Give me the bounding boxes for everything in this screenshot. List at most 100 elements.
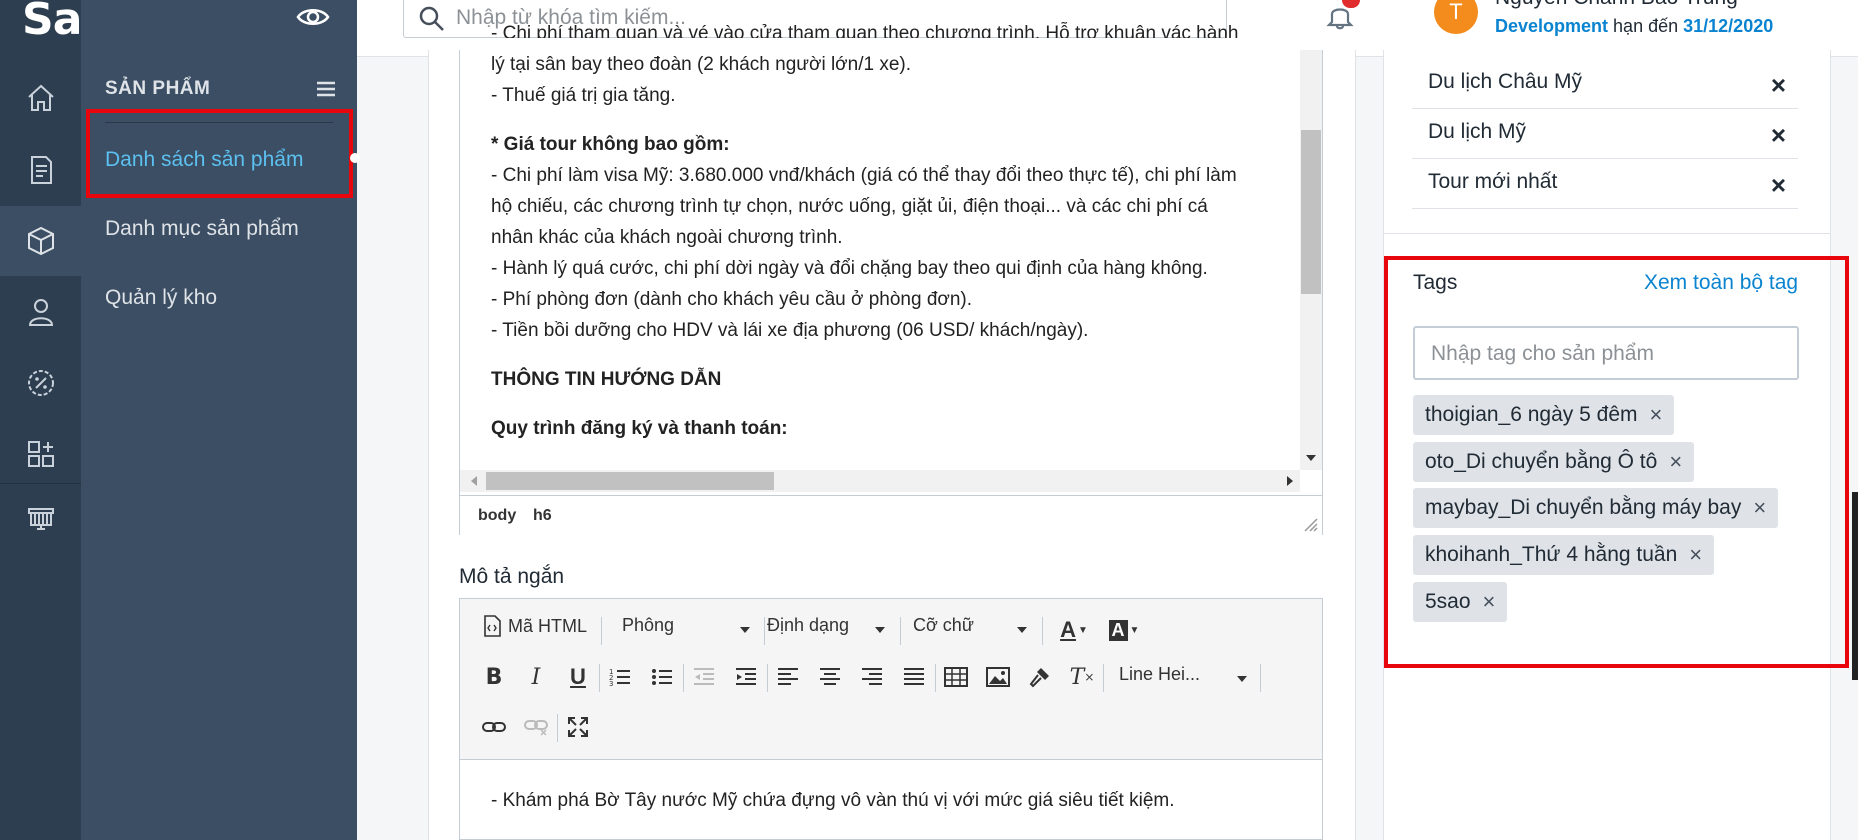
fullscreen-icon[interactable] — [563, 712, 593, 742]
remove-icon[interactable]: × — [1771, 170, 1786, 201]
short-desc-content[interactable]: - Khám phá Bờ Tây nước Mỹ chứa đựng vô v… — [491, 790, 1175, 812]
document-icon — [30, 156, 52, 184]
path-h6[interactable]: h6 — [533, 507, 552, 525]
line-height-select[interactable]: Line Hei... — [1119, 664, 1249, 685]
outdent-icon[interactable] — [689, 662, 719, 692]
menu-section-title: SẢN PHẨM — [105, 78, 211, 99]
remove-icon[interactable]: × — [1771, 120, 1786, 151]
caret-down-icon — [875, 627, 885, 633]
remove-icon[interactable]: × — [1771, 70, 1786, 101]
preview-button[interactable] — [291, 0, 335, 34]
font-size-label: Cỡ chữ — [913, 615, 974, 635]
font-select[interactable]: Phông — [622, 615, 752, 636]
toolbar-separator — [683, 664, 684, 692]
rail-orders[interactable] — [0, 135, 81, 205]
bold-icon[interactable]: B — [479, 662, 509, 692]
font-select-label: Phông — [622, 615, 675, 635]
text-color-button[interactable]: A ▼ — [1053, 615, 1095, 645]
align-justify-icon[interactable] — [899, 662, 929, 692]
scroll-left-icon[interactable] — [466, 470, 482, 492]
toolbar-separator — [601, 617, 602, 645]
underline-icon[interactable]: U — [563, 662, 593, 692]
rail-customers[interactable] — [0, 277, 81, 347]
font-size-select[interactable]: Cỡ chữ — [913, 615, 1029, 636]
menu-item-inventory[interactable]: Quản lý kho — [105, 286, 217, 310]
format-painter-icon[interactable] — [1025, 662, 1055, 692]
indent-icon[interactable] — [731, 662, 761, 692]
vertical-scroll-thumb[interactable] — [1301, 130, 1321, 294]
toolbar-separator — [599, 664, 600, 692]
rail-products[interactable] — [0, 206, 81, 276]
background-color-button[interactable]: A ▼ — [1103, 615, 1145, 645]
expiry-date: 31/12/2020 — [1683, 16, 1774, 36]
expiry-label: hạn đến — [1613, 16, 1679, 36]
link-icon[interactable] — [479, 712, 509, 742]
format-select[interactable]: Định dạng — [767, 615, 887, 636]
html-code-button[interactable]: Mã HTML — [482, 615, 587, 637]
align-center-icon[interactable] — [815, 662, 845, 692]
align-left-icon[interactable] — [773, 662, 803, 692]
toolbar-separator — [1103, 664, 1104, 692]
line-height-label: Line Hei... — [1119, 664, 1201, 684]
ordered-list-icon[interactable]: 123 — [605, 662, 635, 692]
user-name[interactable]: Nguyễn Chánh Bảo Trung — [1495, 0, 1738, 10]
editor-content[interactable]: - Chi phí tham quan và vé vào cửa tham q… — [491, 23, 1271, 444]
path-body[interactable]: body — [478, 507, 516, 525]
editor-toolbar: Mã HTML Phông Định dạng Cỡ chữ A ▼ A ▼ B I… — [459, 598, 1323, 760]
highlight-product-list — [86, 109, 353, 198]
rail-store[interactable] — [0, 484, 81, 554]
editor-line: hộ chiếu, các chương trình tự chọn, nước… — [491, 196, 1208, 217]
short-desc-label: Mô tả ngắn — [459, 565, 565, 588]
scroll-right-icon[interactable] — [1282, 470, 1298, 492]
discount-gear-icon — [27, 370, 54, 396]
avatar[interactable]: T — [1434, 0, 1478, 34]
collection-row: Tour mới nhất × — [1412, 158, 1798, 209]
image-icon[interactable] — [983, 662, 1013, 692]
text-color-icon: A — [1060, 617, 1076, 642]
editor-heading: THÔNG TIN HƯỚNG DẪN — [491, 369, 722, 390]
collection-label: Du lịch Mỹ — [1428, 120, 1527, 143]
rail-apps[interactable] — [0, 419, 81, 489]
rail-promotions[interactable] — [0, 348, 81, 418]
svg-text:3: 3 — [609, 680, 613, 687]
plan-name: Development — [1495, 16, 1609, 36]
table-icon[interactable] — [941, 662, 971, 692]
box-icon — [27, 226, 54, 256]
collection-row: Du lịch Mỹ × — [1412, 108, 1798, 159]
align-right-icon[interactable] — [857, 662, 887, 692]
toolbar-separator — [764, 617, 765, 645]
rail-home[interactable] — [0, 63, 81, 133]
plan-info: Development hạn đến 31/12/2020 — [1495, 16, 1773, 37]
editor-heading: Quy trình đăng ký và thanh toán: — [491, 418, 788, 439]
editor-line: - Chi phí làm visa Mỹ: 3.680.000 vnđ/khá… — [491, 165, 1237, 186]
storefront-icon — [27, 508, 54, 530]
highlight-color-icon: A — [1108, 619, 1128, 641]
html-code-label: Mã HTML — [508, 615, 588, 636]
format-select-label: Định dạng — [767, 615, 850, 635]
home-icon — [27, 84, 54, 111]
hamburger-icon[interactable] — [315, 80, 337, 98]
highlight-tags-section — [1384, 256, 1849, 668]
italic-icon[interactable]: I — [521, 662, 551, 692]
scroll-down-icon[interactable] — [1300, 450, 1322, 466]
page-scroll-indicator[interactable] — [1852, 492, 1858, 680]
eye-icon — [296, 9, 330, 25]
editor-line: lý tại sân bay theo đoàn (2 khách người … — [491, 54, 911, 75]
menu-item-product-categories[interactable]: Danh mục sản phẩm — [105, 217, 299, 241]
bullet-list-icon[interactable] — [647, 662, 677, 692]
editor-line: - Thuế giá trị gia tăng. — [491, 85, 676, 106]
card-divider — [1384, 233, 1830, 234]
unlink-icon[interactable] — [521, 712, 551, 742]
caret-down-icon — [1017, 627, 1027, 633]
collapse-handle[interactable] — [350, 153, 360, 163]
icon-rail: Sapoweb — [0, 0, 191, 840]
editor-heading: * Giá tour không bao gồm: — [491, 134, 730, 155]
collection-label: Tour mới nhất — [1428, 170, 1558, 193]
search-icon — [419, 6, 444, 31]
horizontal-scroll-thumb[interactable] — [486, 472, 774, 490]
resize-handle-icon[interactable] — [1304, 518, 1318, 532]
editor-line: nhân khác của khách ngoài chương trình. — [491, 227, 843, 248]
toolbar-separator — [935, 664, 936, 692]
editor-line: - Tiền bồi dưỡng cho HDV và lái xe địa p… — [491, 320, 1089, 341]
clear-format-icon[interactable]: T × — [1067, 662, 1097, 692]
